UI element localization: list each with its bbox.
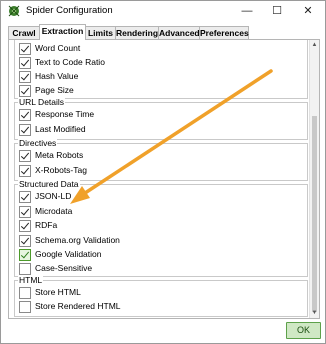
html-group: HTML Store HTML Store Rendered HTML	[14, 275, 308, 317]
text-to-code-ratio-label: Text to Code Ratio	[35, 57, 105, 67]
tab-extraction[interactable]: Extraction	[39, 24, 86, 40]
case-sensitive-checkbox[interactable]	[19, 263, 31, 275]
meta-robots-checkbox[interactable]	[19, 150, 31, 162]
close-button[interactable]: ✕	[293, 1, 323, 21]
tab-crawl[interactable]: Crawl	[8, 26, 40, 39]
microdata-label: Microdata	[35, 206, 73, 216]
store-html-label: Store HTML	[35, 287, 81, 297]
ok-button[interactable]: OK	[286, 322, 321, 339]
meta-robots-label: Meta Robots	[35, 150, 84, 160]
hash-value-label: Hash Value	[35, 71, 79, 81]
microdata-checkbox[interactable]	[19, 206, 31, 218]
directives-title: Directives	[18, 138, 58, 148]
extraction-panel: Word Count Text to Code Ratio Hash Value…	[8, 39, 320, 319]
minimize-button[interactable]: —	[232, 1, 262, 21]
scroll-thumb[interactable]	[312, 116, 317, 312]
tab-strip: Crawl Extraction Limits Rendering Advanc…	[8, 24, 318, 40]
page-size-label: Page Size	[35, 85, 74, 95]
directives-group: Directives Meta Robots X-Robots-Tag	[14, 138, 308, 181]
json-ld-label: JSON-LD	[35, 191, 72, 201]
page-details-group: Word Count Text to Code Ratio Hash Value…	[14, 40, 308, 99]
word-count-label: Word Count	[35, 43, 81, 53]
rdfa-checkbox[interactable]	[19, 220, 31, 232]
google-validation-label: Google Validation	[35, 249, 102, 259]
url-details-group: URL Details Response Time Last Modified	[14, 97, 308, 140]
scroll-up-icon[interactable]: ▲	[311, 41, 318, 49]
schema-org-validation-label: Schema.org Validation	[35, 235, 120, 245]
case-sensitive-label: Case-Sensitive	[35, 263, 93, 273]
store-html-checkbox[interactable]	[19, 287, 31, 299]
schema-org-validation-checkbox[interactable]	[19, 235, 31, 247]
google-validation-checkbox[interactable]	[19, 249, 31, 261]
structured-data-group: Structured Data JSON-LD Microdata RDFa S…	[14, 179, 308, 277]
hash-value-checkbox[interactable]	[19, 71, 31, 83]
last-modified-label: Last Modified	[35, 124, 86, 134]
scroll-down-icon[interactable]: ▼	[311, 309, 318, 317]
html-title: HTML	[18, 275, 44, 285]
tab-rendering[interactable]: Rendering	[115, 26, 159, 39]
spider-configuration-window: Spider Configuration — ☐ ✕ Crawl Extract…	[0, 0, 326, 344]
response-time-checkbox[interactable]	[19, 109, 31, 121]
maximize-button[interactable]: ☐	[262, 1, 292, 21]
url-details-title: URL Details	[18, 97, 66, 107]
rdfa-label: RDFa	[35, 220, 58, 230]
spider-app-icon	[8, 5, 20, 17]
x-robots-tag-checkbox[interactable]	[19, 165, 31, 177]
tab-preferences[interactable]: Preferences	[199, 26, 249, 39]
vertical-scrollbar[interactable]: ▲ ▼	[309, 40, 319, 318]
tab-advanced[interactable]: Advanced	[158, 26, 200, 39]
page-size-checkbox[interactable]	[19, 85, 31, 97]
last-modified-checkbox[interactable]	[19, 124, 31, 136]
x-robots-tag-label: X-Robots-Tag	[35, 165, 87, 175]
store-rendered-html-checkbox[interactable]	[19, 301, 31, 313]
word-count-checkbox[interactable]	[19, 43, 31, 55]
response-time-label: Response Time	[35, 109, 95, 119]
json-ld-checkbox[interactable]	[19, 191, 31, 203]
store-rendered-html-label: Store Rendered HTML	[35, 301, 121, 311]
structured-data-title: Structured Data	[18, 179, 80, 189]
title-bar: Spider Configuration — ☐ ✕	[1, 1, 325, 21]
tab-limits[interactable]: Limits	[85, 26, 116, 39]
window-title: Spider Configuration	[26, 5, 113, 16]
text-to-code-ratio-checkbox[interactable]	[19, 57, 31, 69]
